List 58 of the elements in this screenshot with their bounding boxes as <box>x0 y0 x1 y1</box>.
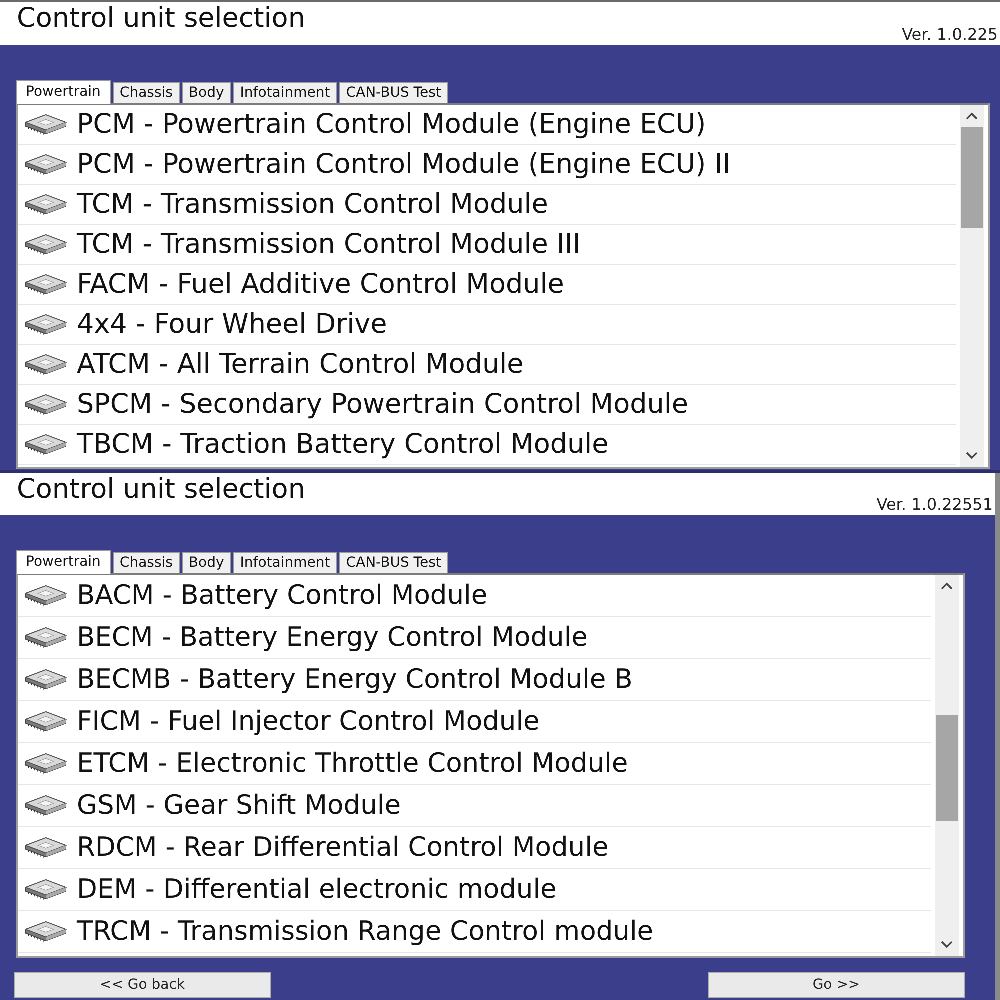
ecu-module-icon <box>25 114 67 135</box>
back-button[interactable]: << Go back <box>14 972 271 998</box>
module-list-item[interactable]: FICM - Fuel Injector Control Module <box>18 701 931 743</box>
module-list-item[interactable]: PCM - Powertrain Control Module (Engine ECU) <box>18 105 956 145</box>
version-label: Ver. 1.0.225 <box>902 25 999 45</box>
scroll-up-icon[interactable] <box>966 112 978 120</box>
module-list-item[interactable]: SPCM - Secondary Powertrain Control Module <box>18 385 956 425</box>
tab[interactable]: Powertrain <box>16 80 111 104</box>
module-list-item[interactable]: 4x4 - Four Wheel Drive <box>18 305 956 345</box>
next-button[interactable]: Go >> <box>708 972 965 998</box>
ecu-module-icon <box>25 795 67 816</box>
version-label: Ver. 1.0.22551 <box>876 495 994 515</box>
module-list-item[interactable]: FACM - Fuel Additive Control Module <box>18 265 956 305</box>
ecu-module-icon <box>25 354 67 375</box>
module-list-item[interactable]: BECMB - Battery Energy Control Module B <box>18 659 931 701</box>
window-title: Control unit selection <box>17 473 306 506</box>
ecu-module-icon <box>25 711 67 732</box>
module-list-item[interactable]: TRCM - Transmission Range Control module <box>18 911 931 953</box>
ecu-module-icon <box>25 921 67 942</box>
ecu-module-icon <box>25 585 67 606</box>
tab[interactable]: Chassis <box>112 552 180 573</box>
module-list-item[interactable]: TBCM - Traction Battery Control Module <box>18 425 956 465</box>
ecu-module-icon <box>25 837 67 858</box>
scroll-down-icon[interactable] <box>941 941 953 949</box>
ecu-module-icon <box>25 394 67 415</box>
module-list-item[interactable]: PCM - Powertrain Control Module (Engine ECU) II <box>18 145 956 185</box>
ecu-module-icon <box>25 274 67 295</box>
tab[interactable]: CAN-BUS Test <box>339 552 448 573</box>
ecu-module-icon <box>25 154 67 175</box>
tab[interactable]: Powertrain <box>16 550 111 574</box>
module-list-item[interactable]: RDCM - Rear Differential Control Module <box>18 827 931 869</box>
scrollbar-thumb[interactable] <box>961 127 983 228</box>
ecu-module-icon <box>25 879 67 900</box>
module-list-item[interactable]: BACM - Battery Control Module <box>18 575 931 617</box>
tab[interactable]: CAN-BUS Test <box>339 82 448 103</box>
module-list-item[interactable]: TCM - Transmission Control Module III <box>18 225 956 265</box>
tab[interactable]: Body <box>182 82 232 103</box>
scroll-up-icon[interactable] <box>941 582 953 590</box>
module-list-item[interactable]: GSM - Gear Shift Module <box>18 785 931 827</box>
tab[interactable]: Chassis <box>112 82 180 103</box>
scrollbar-thumb[interactable] <box>936 715 958 821</box>
ecu-module-icon <box>25 314 67 335</box>
module-list-item[interactable]: TCM - Transmission Control Module <box>18 185 956 225</box>
ecu-module-icon <box>25 627 67 648</box>
scroll-down-icon[interactable] <box>966 452 978 460</box>
tab[interactable]: Infotainment <box>233 552 338 573</box>
ecu-module-icon <box>25 753 67 774</box>
tab[interactable]: Infotainment <box>233 82 338 103</box>
module-list-item[interactable]: ATCM - All Terrain Control Module <box>18 345 956 385</box>
module-list-item[interactable]: DEM - Differential electronic module <box>18 869 931 911</box>
tab[interactable]: Body <box>182 552 232 573</box>
module-list-item[interactable]: ETCM - Electronic Throttle Control Module <box>18 743 931 785</box>
ecu-module-icon <box>25 434 67 455</box>
ecu-module-icon <box>25 669 67 690</box>
module-list-item[interactable]: BECM - Battery Energy Control Module <box>18 617 931 659</box>
window-title: Control unit selection <box>17 2 306 35</box>
ecu-module-icon <box>25 234 67 255</box>
ecu-module-icon <box>25 194 67 215</box>
